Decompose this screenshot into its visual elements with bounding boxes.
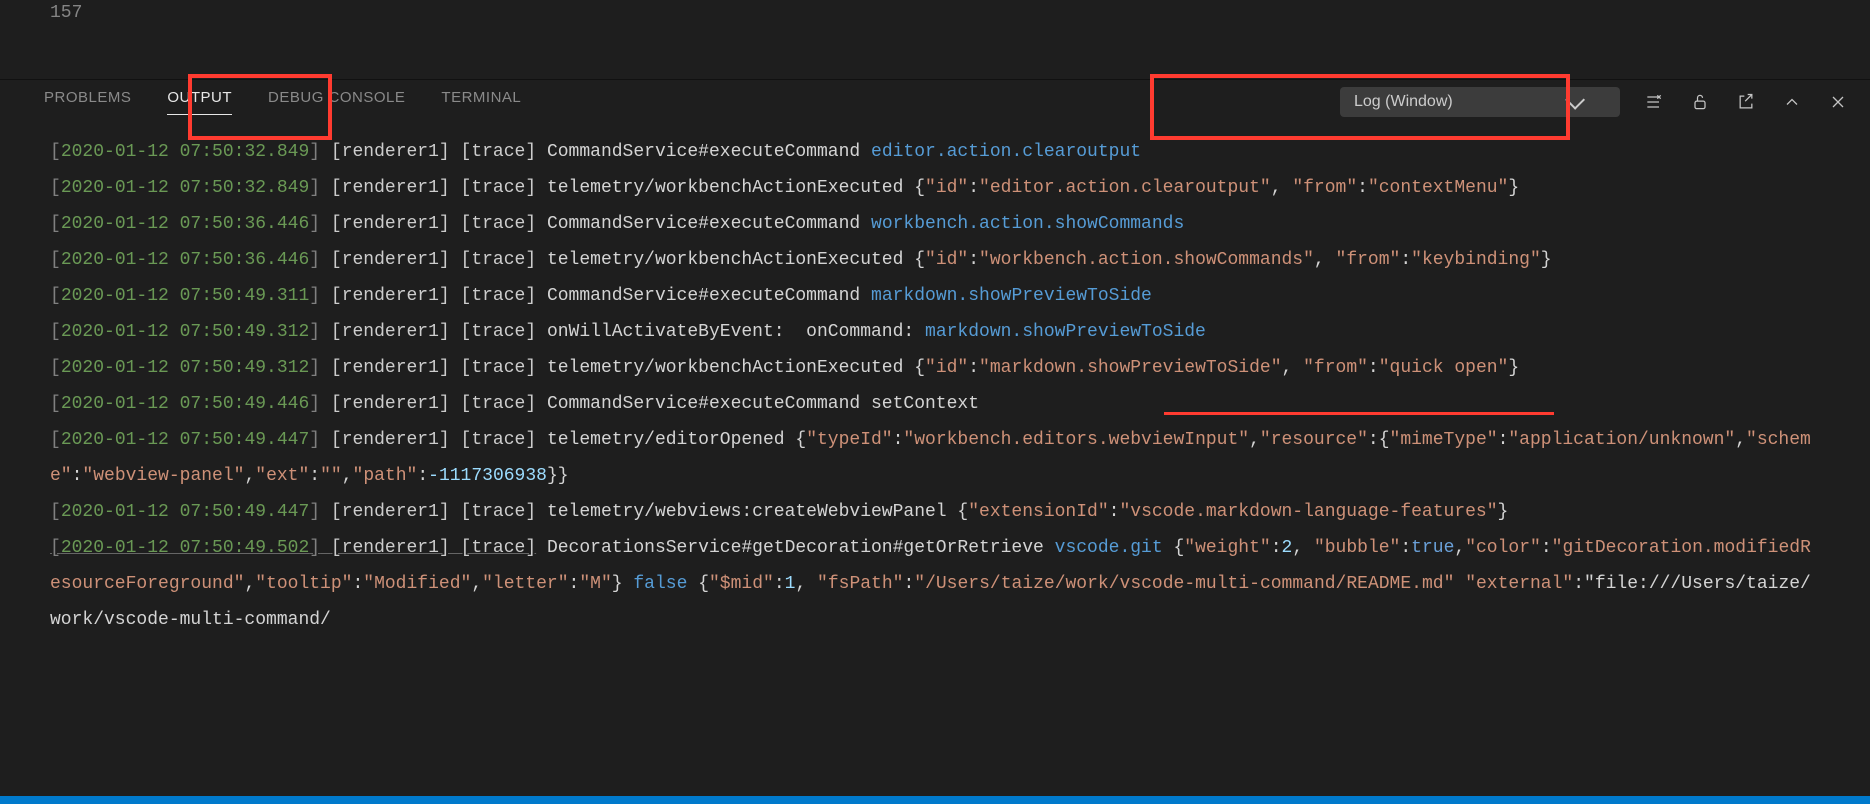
- close-panel-icon[interactable]: [1826, 90, 1850, 114]
- output-channel-label: Log (Window): [1354, 93, 1453, 111]
- annotation-underline-markdown: [1164, 412, 1554, 415]
- open-file-icon[interactable]: [1734, 90, 1758, 114]
- output-channel-select[interactable]: Log (Window): [1340, 87, 1620, 117]
- output-log[interactable]: [2020-01-12 07:50:32.849] [renderer1] [t…: [0, 124, 1870, 804]
- clear-output-icon[interactable]: [1642, 90, 1666, 114]
- tab-terminal[interactable]: TERMINAL: [441, 89, 521, 115]
- editor-area: 157: [0, 0, 1870, 80]
- line-number: 157: [50, 0, 82, 26]
- status-bar: [0, 796, 1870, 804]
- panel-header: PROBLEMS OUTPUT DEBUG CONSOLE TERMINAL L…: [0, 80, 1870, 124]
- lock-scroll-icon[interactable]: [1688, 90, 1712, 114]
- chevron-down-icon: [1565, 90, 1585, 110]
- tab-output[interactable]: OUTPUT: [167, 89, 232, 115]
- tab-debug-console[interactable]: DEBUG CONSOLE: [268, 89, 405, 115]
- panel-actions: Log (Window): [1340, 87, 1850, 117]
- tab-problems[interactable]: PROBLEMS: [44, 89, 131, 115]
- panel-tabs: PROBLEMS OUTPUT DEBUG CONSOLE TERMINAL: [44, 89, 521, 115]
- chevron-up-icon[interactable]: [1780, 90, 1804, 114]
